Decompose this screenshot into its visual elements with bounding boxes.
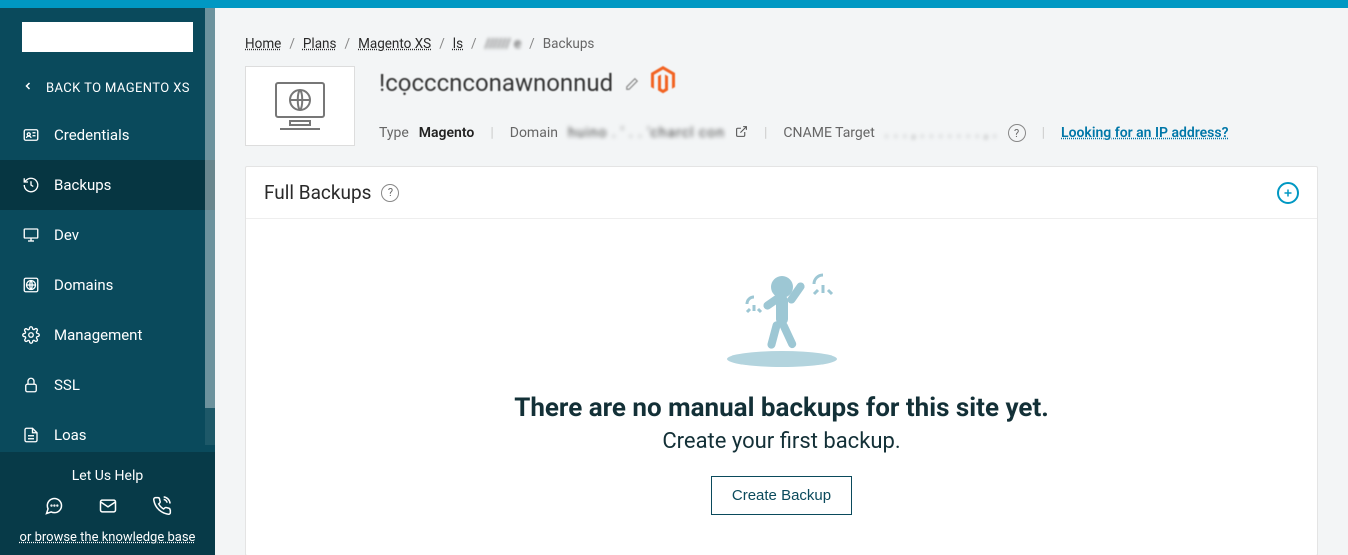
sidebar-item-dev[interactable]: Dev: [0, 210, 215, 260]
sidebar-item-domains[interactable]: Domains: [0, 260, 215, 310]
knowledge-base-link[interactable]: or browse the knowledge base: [10, 530, 205, 545]
back-to-plan-link[interactable]: BACK TO MAGENTO XS: [0, 66, 215, 110]
card-title: Full Backups ?: [264, 181, 399, 204]
back-label: BACK TO MAGENTO XS: [46, 81, 190, 96]
site-thumbnail: [245, 66, 355, 146]
cname-label: CNAME Target: [783, 125, 874, 141]
email-icon[interactable]: [98, 496, 118, 516]
sidebar-item-label: Loas: [54, 426, 87, 444]
site-title: !cọcccnconawnonnud: [379, 66, 1318, 100]
lock-icon: [22, 376, 40, 394]
help-icons: [10, 496, 205, 516]
meta-sep: |: [1036, 125, 1051, 141]
help-icon[interactable]: ?: [1008, 124, 1026, 142]
sidebar-item-label: Management: [54, 326, 142, 344]
empty-subtitle: Create your first backup.: [266, 429, 1297, 454]
edit-icon[interactable]: [625, 69, 639, 97]
sidebar-item-label: Backups: [54, 176, 111, 194]
search-box[interactable]: [22, 22, 193, 52]
site-info: !cọcccnconawnonnud Type Magento | Domain…: [379, 66, 1318, 142]
domain-value: huino . ' . . 'charcl con: [568, 125, 725, 141]
breadcrumb-plans[interactable]: Plans: [303, 36, 337, 52]
help-icon[interactable]: ?: [381, 184, 399, 202]
card-header: Full Backups ?: [246, 167, 1317, 219]
chat-icon[interactable]: [44, 496, 64, 516]
create-backup-button[interactable]: Create Backup: [711, 476, 852, 515]
top-accent-bar: [0, 0, 1348, 8]
breadcrumb: Home / Plans / Magento XS / ls / ////// …: [245, 8, 1318, 66]
sidebar-item-management[interactable]: Management: [0, 310, 215, 360]
breadcrumb-sep: /: [471, 36, 477, 52]
sidebar-item-label: SSL: [54, 376, 80, 394]
external-link-icon[interactable]: [735, 125, 748, 142]
breadcrumb-sep: /: [529, 36, 535, 52]
ip-address-link[interactable]: Looking for an IP address?: [1061, 125, 1228, 141]
card-title-text: Full Backups: [264, 181, 371, 204]
breadcrumb-site: ////// e: [485, 36, 522, 52]
sidebar-scroll: BACK TO MAGENTO XS Credentials Backups D…: [0, 8, 215, 452]
sidebar: BACK TO MAGENTO XS Credentials Backups D…: [0, 8, 215, 555]
help-section: Let Us Help or browse the knowledge base: [0, 452, 215, 555]
document-icon: [22, 426, 40, 444]
sidebar-item-credentials[interactable]: Credentials: [0, 110, 215, 160]
type-label: Type: [379, 125, 409, 141]
breadcrumb-magento-xs[interactable]: Magento XS: [358, 36, 431, 52]
empty-title: There are no manual backups for this sit…: [266, 393, 1297, 423]
site-meta-row: Type Magento | Domain huino . ' . . 'cha…: [379, 124, 1318, 142]
sidebar-item-logs[interactable]: Loas: [0, 410, 215, 452]
sidebar-item-ssl[interactable]: SSL: [0, 360, 215, 410]
sidebar-item-label: Credentials: [54, 126, 129, 144]
scrollbar-thumb[interactable]: [205, 8, 215, 408]
search-input[interactable]: [30, 29, 211, 45]
meta-sep: |: [484, 125, 499, 141]
id-card-icon: [22, 126, 40, 144]
globe-box-icon: [22, 276, 40, 294]
breadcrumb-home[interactable]: Home: [245, 36, 281, 52]
gear-icon: [22, 326, 40, 344]
help-title: Let Us Help: [10, 468, 205, 484]
chevron-left-icon: [22, 80, 34, 96]
breadcrumb-sep: /: [344, 36, 350, 52]
breadcrumb-sep: /: [289, 36, 295, 52]
breadcrumb-current: Backups: [543, 36, 595, 52]
history-icon: [22, 176, 40, 194]
sidebar-item-label: Dev: [54, 226, 79, 244]
cname-value: . . . , . . . . . . . , .: [885, 125, 998, 141]
empty-illustration-icon: [266, 259, 1297, 373]
type-value: Magento: [419, 125, 475, 141]
phone-icon[interactable]: [152, 496, 172, 516]
meta-sep: |: [758, 125, 773, 141]
site-title-text: !cọcccnconawnonnud: [379, 69, 613, 97]
magento-logo-icon: [651, 66, 675, 100]
empty-state: There are no manual backups for this sit…: [246, 219, 1317, 555]
site-header: !cọcccnconawnonnud Type Magento | Domain…: [245, 66, 1318, 146]
breadcrumb-sep: /: [439, 36, 445, 52]
add-backup-button[interactable]: [1277, 182, 1299, 204]
monitor-icon: [22, 226, 40, 244]
sidebar-item-label: Domains: [54, 276, 113, 294]
domain-label: Domain: [510, 125, 558, 141]
search-wrap: [0, 8, 215, 66]
breadcrumb-ls[interactable]: ls: [453, 36, 463, 52]
layout: BACK TO MAGENTO XS Credentials Backups D…: [0, 8, 1348, 555]
full-backups-card: Full Backups ?: [245, 166, 1318, 555]
main-content: Home / Plans / Magento XS / ls / ////// …: [215, 8, 1348, 555]
sidebar-item-backups[interactable]: Backups: [0, 160, 215, 210]
